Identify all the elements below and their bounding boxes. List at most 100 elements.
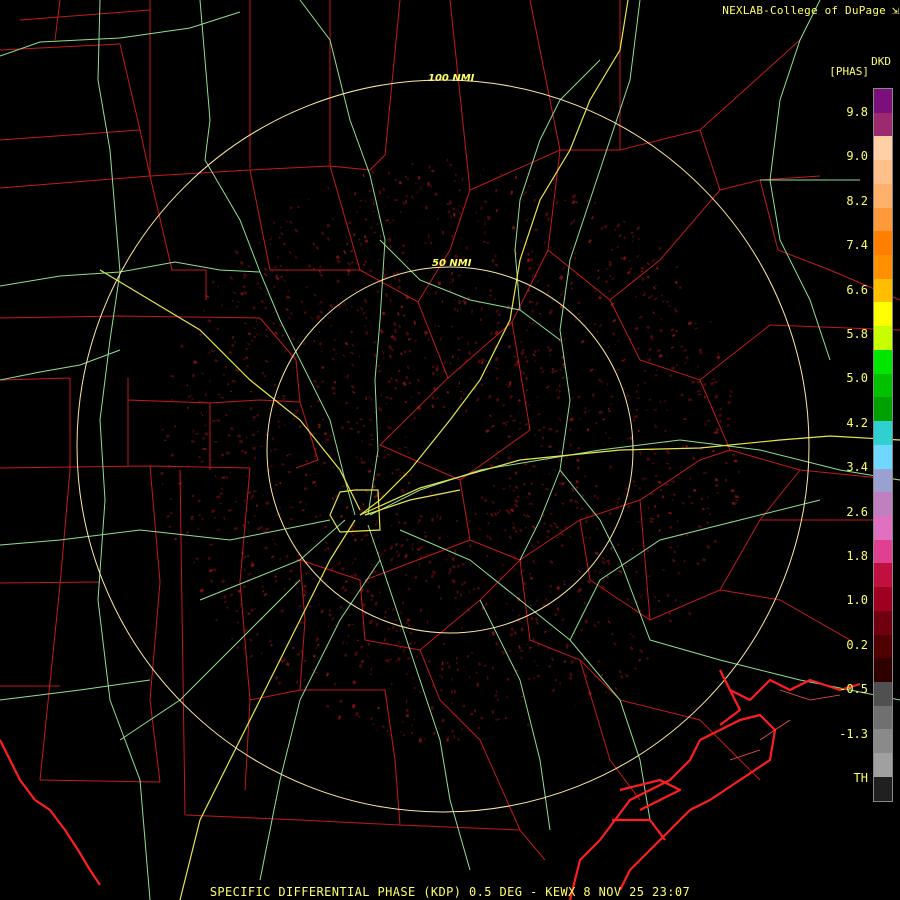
echo-speckle <box>586 428 590 432</box>
color-swatch <box>874 492 892 516</box>
echo-speckle <box>704 423 707 427</box>
echo-speckle <box>259 445 263 447</box>
echo-speckle <box>455 174 457 177</box>
color-swatch <box>874 373 892 398</box>
echo-speckle <box>558 451 563 453</box>
echo-speckle <box>210 459 213 461</box>
echo-speckle <box>440 689 443 692</box>
echo-speckle <box>407 178 409 181</box>
color-swatch <box>874 587 892 611</box>
echo-speckle <box>477 726 481 730</box>
scale-tick: 0.2 <box>846 638 868 652</box>
echo-speckle <box>161 483 164 486</box>
echo-speckle <box>459 308 462 310</box>
echo-speckle <box>449 289 452 291</box>
echo-speckle <box>440 667 444 671</box>
echo-speckle <box>458 300 461 305</box>
color-swatch <box>874 349 892 374</box>
echo-speckle <box>463 298 465 303</box>
echo-speckle <box>452 579 456 584</box>
echo-speckle <box>202 448 207 450</box>
echo-speckle <box>453 549 457 554</box>
echo-speckle <box>462 704 466 708</box>
echo-speckle <box>463 666 465 668</box>
scale-tick: 7.4 <box>846 238 868 252</box>
echo-speckle <box>242 464 245 466</box>
color-swatch <box>874 183 892 208</box>
color-swatch <box>874 753 892 777</box>
color-swatch <box>874 681 892 706</box>
echo-speckle <box>277 420 280 423</box>
echo-speckle <box>700 497 704 501</box>
echo-speckle <box>609 465 612 469</box>
echo-speckle <box>482 168 485 171</box>
echo-speckle <box>383 456 387 459</box>
echo-speckle <box>478 662 481 666</box>
echo-speckle <box>439 597 442 600</box>
echo-speckle <box>446 203 450 205</box>
echo-speckle <box>424 206 428 210</box>
echo-speckle <box>541 436 545 440</box>
echo-speckle <box>453 180 456 182</box>
echo-speckle <box>410 731 414 735</box>
echo-speckle <box>666 450 670 454</box>
echo-speckle <box>451 271 453 276</box>
color-swatch <box>874 539 892 564</box>
scale-tick: 6.6 <box>846 283 868 297</box>
scale-tick: -0.5 <box>839 682 868 696</box>
echo-speckle <box>725 462 728 464</box>
echo-speckle <box>420 691 422 693</box>
echo-speckle <box>452 564 456 569</box>
echo-speckle <box>732 453 735 457</box>
color-swatch <box>874 255 892 279</box>
color-swatch <box>874 231 892 256</box>
echo-speckle <box>555 429 559 433</box>
echo-speckle <box>225 476 228 480</box>
echo-speckle <box>646 457 650 461</box>
echo-speckle <box>174 425 177 428</box>
echo-speckle <box>431 570 434 573</box>
echo-speckle <box>484 664 487 667</box>
echo-speckle <box>459 211 461 215</box>
color-swatch <box>874 515 892 540</box>
echo-speckle <box>445 559 448 561</box>
echo-speckle <box>603 443 605 445</box>
echo-speckle <box>424 241 427 245</box>
echo-speckle <box>318 425 321 429</box>
echo-speckle <box>724 478 728 482</box>
echo-speckle <box>428 165 431 169</box>
echo-speckle <box>281 463 285 466</box>
echo-speckle <box>456 662 458 664</box>
echo-speckle <box>323 432 328 435</box>
echo-speckle <box>405 714 409 718</box>
scale-tick: 9.0 <box>846 149 868 163</box>
echo-speckle <box>714 431 719 434</box>
echo-speckle <box>494 694 498 698</box>
echo-speckle <box>241 449 244 453</box>
echo-speckle <box>182 485 185 488</box>
echo-speckle <box>355 456 358 458</box>
echo-speckle <box>461 563 465 566</box>
echo-speckle <box>456 656 458 660</box>
echo-speckle <box>252 434 256 437</box>
color-swatch <box>874 302 892 327</box>
echo-speckle <box>202 437 205 440</box>
echo-speckle <box>480 174 482 176</box>
echo-speckle <box>451 355 454 358</box>
echo-speckle <box>447 210 451 213</box>
echo-speckle <box>451 729 454 733</box>
echo-speckle <box>160 471 164 475</box>
echo-speckle <box>471 651 473 654</box>
echo-speckle <box>321 464 323 466</box>
echo-speckle <box>407 452 410 454</box>
echo-speckle <box>457 738 460 741</box>
resize-icon[interactable]: ⇲ <box>892 3 899 17</box>
echo-speckle <box>453 735 456 739</box>
echo-speckle <box>434 291 437 295</box>
echo-speckle <box>718 413 722 417</box>
echo-speckle <box>195 433 199 435</box>
echo-speckle <box>457 386 460 388</box>
echo-speckle <box>441 300 444 303</box>
echo-speckle <box>665 462 670 465</box>
echo-speckle <box>475 671 478 674</box>
